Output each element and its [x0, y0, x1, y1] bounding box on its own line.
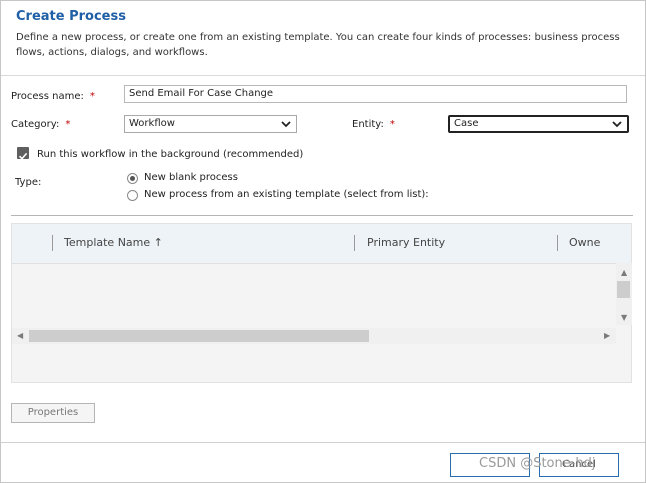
required-marker: *: [89, 91, 95, 102]
entity-select-value: Case: [454, 118, 479, 129]
column-header-template-name[interactable]: Template Name ↑: [64, 236, 163, 249]
column-header-primary-entity[interactable]: Primary Entity: [367, 236, 445, 249]
process-name-input[interactable]: Send Email For Case Change: [124, 85, 627, 103]
grid-header: Template Name ↑ Primary Entity Owne: [12, 224, 631, 264]
required-marker: *: [389, 119, 395, 130]
radio-from-template[interactable]: [127, 190, 138, 201]
footer-divider: [1, 442, 645, 443]
entity-label: Entity: *: [352, 119, 395, 130]
category-label: Category: *: [11, 119, 70, 130]
horizontal-scroll-thumb[interactable]: [29, 330, 369, 342]
watermark: CSDN @Stone-hdj: [479, 456, 596, 471]
dialog-title: Create Process: [16, 9, 126, 24]
background-checkbox-label: Run this workflow in the background (rec…: [37, 149, 304, 160]
process-name-label: Process name: *: [11, 91, 95, 102]
category-label-text: Category:: [11, 119, 60, 130]
chevron-down-icon: [281, 121, 291, 128]
checkmark-icon: [18, 152, 28, 160]
scroll-down-icon[interactable]: ▼: [621, 314, 627, 322]
entity-label-text: Entity:: [352, 119, 384, 130]
vertical-scroll-thumb[interactable]: [617, 281, 630, 298]
entity-select[interactable]: Case: [448, 115, 629, 133]
category-select[interactable]: Workflow: [124, 115, 297, 133]
background-checkbox[interactable]: [17, 147, 29, 160]
radio-new-blank-process-label: New blank process: [144, 172, 238, 183]
column-separator: [557, 235, 558, 251]
create-process-dialog: Create Process Define a new process, or …: [0, 0, 646, 483]
properties-button[interactable]: Properties: [11, 403, 95, 423]
category-select-value: Workflow: [129, 118, 175, 129]
section-divider: [11, 215, 633, 216]
dialog-description: Define a new process, or create one from…: [16, 32, 620, 58]
dialog-header: Create Process Define a new process, or …: [1, 1, 645, 76]
process-name-label-text: Process name:: [11, 91, 84, 102]
scroll-up-icon[interactable]: ▲: [621, 269, 627, 277]
radio-new-blank-process[interactable]: [127, 173, 138, 184]
column-separator: [354, 235, 355, 251]
column-separator: [52, 235, 53, 251]
scroll-right-icon[interactable]: ▶: [604, 332, 610, 340]
chevron-down-icon: [612, 121, 622, 128]
template-grid: Template Name ↑ Primary Entity Owne ▲ ▼ …: [11, 223, 632, 383]
radio-from-template-label: New process from an existing template (s…: [144, 189, 429, 200]
required-marker: *: [65, 119, 71, 130]
column-header-owner[interactable]: Owne: [569, 236, 600, 249]
scroll-left-icon[interactable]: ◀: [17, 332, 23, 340]
type-label: Type:: [15, 177, 42, 188]
